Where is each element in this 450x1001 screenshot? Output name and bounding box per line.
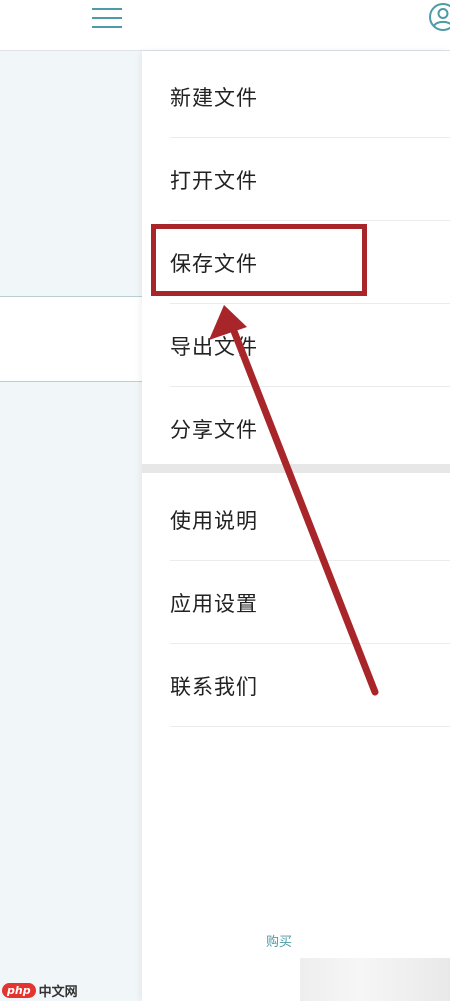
- menu-item-instructions[interactable]: 使用说明: [142, 478, 450, 561]
- menu-item-label: 分享文件: [170, 417, 258, 442]
- watermark-logo: php: [2, 982, 36, 998]
- menu-item-label: 联系我们: [170, 674, 258, 699]
- blurred-region: [300, 958, 450, 1001]
- menu-item-label: 使用说明: [170, 508, 258, 533]
- watermark-text: 中文网: [38, 984, 78, 1000]
- menu-item-label: 打开文件: [170, 168, 258, 193]
- top-bar: [0, 0, 450, 51]
- hamburger-menu-icon[interactable]: [92, 6, 122, 30]
- menu-item-label: 新建文件: [170, 85, 258, 110]
- background-list-row: [0, 296, 142, 382]
- section-separator: [142, 464, 450, 473]
- buy-link[interactable]: 购买: [266, 931, 292, 950]
- site-watermark: php 中文网: [2, 980, 78, 1000]
- divider: [170, 726, 450, 727]
- side-menu-drawer: 新建文件 打开文件 保存文件 导出文件 分享文件 使用说明 应用设置 联系我们: [142, 51, 450, 1001]
- user-avatar-icon[interactable]: [428, 2, 450, 32]
- menu-item-new-file[interactable]: 新建文件: [142, 55, 450, 138]
- menu-item-export-file[interactable]: 导出文件: [142, 304, 450, 387]
- menu-item-label: 导出文件: [170, 334, 258, 359]
- menu-item-contact-us[interactable]: 联系我们: [142, 644, 450, 727]
- menu-item-share-file[interactable]: 分享文件: [142, 387, 450, 470]
- highlight-box: [151, 224, 367, 296]
- background-content-panel: [0, 51, 142, 1001]
- menu-item-open-file[interactable]: 打开文件: [142, 138, 450, 221]
- menu-item-app-settings[interactable]: 应用设置: [142, 561, 450, 644]
- menu-item-label: 应用设置: [170, 591, 258, 616]
